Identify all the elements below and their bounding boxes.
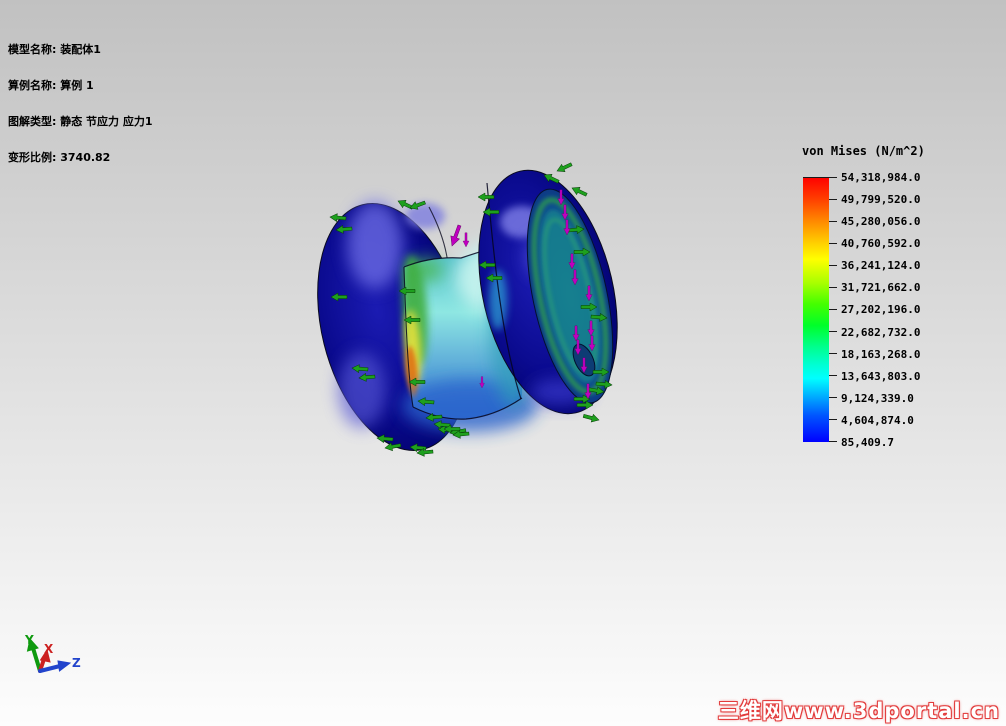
orientation-triad: Y X Z: [24, 633, 81, 673]
legend-tick: [829, 286, 837, 288]
legend-tick: [829, 242, 837, 244]
legend-tick: [829, 220, 837, 222]
legend-value: 36,241,124.0: [841, 259, 921, 273]
legend-value: 85,409.7: [841, 435, 894, 449]
study-name-line: 算例名称: 算例 1: [8, 79, 94, 92]
legend-value: 49,799,520.0: [841, 193, 921, 207]
legend-value: 4,604,874.0: [841, 413, 914, 427]
plot-type-line: 图解类型: 静态 节应力 应力1: [8, 115, 153, 128]
load-arrow-icon: [462, 232, 470, 248]
legend-tick: [829, 198, 837, 200]
fixture-arrow-icon: [582, 411, 601, 425]
legend-value: 22,682,732.0: [841, 325, 921, 339]
legend-value: 9,124,339.0: [841, 391, 914, 405]
legend-tick: [829, 441, 837, 443]
model-name-line: 模型名称: 装配体1: [8, 43, 101, 56]
load-arrow-icon: [447, 223, 465, 248]
graphics-viewport[interactable]: Y X Z 模型名称: 装配体1 算例名称: 算例 1 图解类型: 静态 节应力…: [0, 0, 1006, 726]
legend-tick: [829, 353, 837, 355]
legend-value: 13,643,803.0: [841, 369, 921, 383]
axis-y: Y: [24, 633, 42, 673]
legend-value: 45,280,056.0: [841, 215, 921, 229]
svg-text:Y: Y: [24, 633, 34, 647]
legend-tick: [829, 264, 837, 266]
legend-tick: [829, 419, 837, 421]
legend-tick: [829, 331, 837, 333]
legend-tick: [803, 176, 837, 178]
watermark: 三维网www.3dportal.cn: [717, 699, 1000, 723]
svg-text:Z: Z: [72, 656, 81, 670]
legend-value: 40,760,592.0: [841, 237, 921, 251]
legend-tick: [829, 397, 837, 399]
legend-value: 27,202,196.0: [841, 303, 921, 317]
deform-scale-line: 变形比例: 3740.82: [8, 151, 111, 164]
fixture-arrow-icon: [555, 160, 574, 175]
legend-title: von Mises (N/m^2): [802, 144, 925, 158]
fixture-arrow-icon: [396, 197, 415, 212]
legend-tick: [829, 375, 837, 377]
legend-value: 18,163,268.0: [841, 347, 921, 361]
legend-colorbar: [803, 177, 829, 442]
legend-value: 31,721,662.0: [841, 281, 921, 295]
stress-legend: von Mises (N/m^2) 54,318,984.0 49,799,520…: [800, 144, 1006, 456]
plot-annotations: 模型名称: 装配体1 算例名称: 算例 1 图解类型: 静态 节应力 应力1 变…: [8, 20, 153, 188]
svg-text:X: X: [44, 642, 54, 656]
legend-value: 54,318,984.0: [841, 171, 921, 184]
legend-tick: [829, 308, 837, 310]
